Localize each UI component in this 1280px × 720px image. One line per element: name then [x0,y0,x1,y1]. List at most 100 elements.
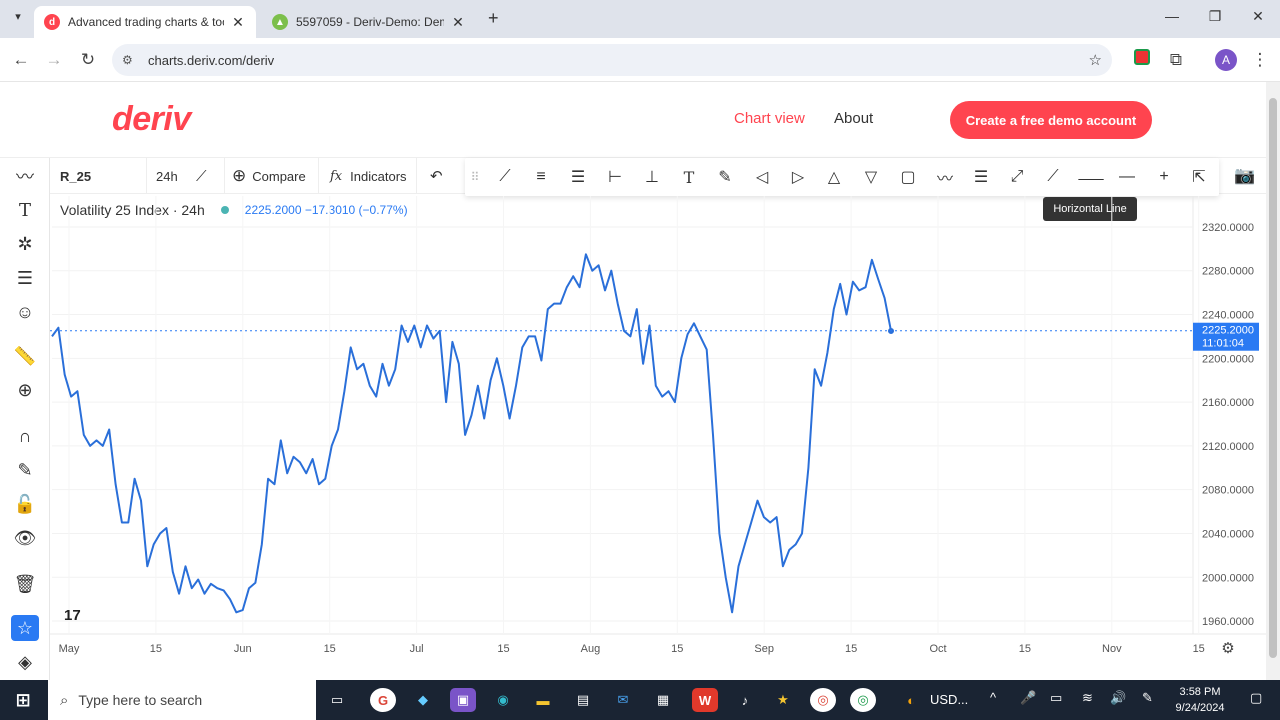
tray-chevron-icon[interactable]: ^ [990,690,996,705]
zoom-in-icon[interactable]: ⊕ [11,377,39,403]
tab-active[interactable]: d Advanced trading charts & tools ✕ [34,6,256,38]
text-tool-icon[interactable]: T [675,164,703,190]
browser-menu-icon[interactable]: ⋮ [1248,48,1272,72]
pattern-icon[interactable]: ☰ [11,265,39,291]
wps-icon[interactable]: W [692,688,718,712]
url-bar[interactable]: ⚙ charts.deriv.com/deriv ☆ [112,44,1112,76]
tab-menu-icon[interactable]: ▾ [8,10,28,28]
file-explorer-icon[interactable]: ▬ [530,688,556,712]
ticker-icon[interactable]: ◐ [898,688,924,712]
news-icon[interactable]: ▦ [650,688,676,712]
tab-inactive[interactable]: ▲ 5597059 - Deriv-Demo: Demo Account ✕ [262,6,476,38]
arrow-left-icon[interactable]: ◁ [748,164,776,190]
cursor-icon[interactable]: ⇱ [1185,164,1213,190]
chrome-active-icon[interactable]: ◎ [850,688,876,712]
notification-icon[interactable]: ▢ [1250,690,1262,706]
drag-handle-icon[interactable]: ⠿ [465,164,485,190]
windows-start-icon[interactable]: ⊞ [10,688,36,712]
fib-icon[interactable]: ☰ [564,164,592,190]
taskbar-search[interactable]: ⌕ Type here to search [48,680,316,720]
chart-line-icon[interactable]: 〰 [11,163,39,189]
scrollbar-thumb[interactable] [1269,98,1277,658]
ticker-text[interactable]: USD... [930,692,968,707]
mail-icon[interactable]: ✉ [610,688,636,712]
store-icon[interactable]: ▤ [570,688,596,712]
horizontal-line-icon[interactable]: ⸺ [1077,164,1105,190]
clock[interactable]: 3:58 PM 9/24/2024 [1168,684,1232,716]
compare-button[interactable]: ⊕ Compare [232,158,306,194]
volume-icon[interactable]: 🔊 [1110,690,1126,706]
pen-icon[interactable]: ✎ [1142,690,1153,706]
camera-icon[interactable]: 📷 [1234,158,1255,194]
arrow-right-icon[interactable]: ▷ [784,164,812,190]
restore-icon[interactable]: ❐ [1193,8,1237,30]
chart-type-icon[interactable]: ⟋ [196,158,207,194]
ruler-icon[interactable]: 📏 [11,343,39,369]
minimize-icon[interactable]: — [1150,8,1194,30]
text-icon[interactable]: T [11,197,39,223]
crosshair-icon[interactable]: + [1150,164,1178,190]
create-demo-account-button[interactable]: Create a free demo account [950,101,1152,139]
trash-icon[interactable]: 🗑 [11,571,39,597]
symbol-selector[interactable]: R_25 [60,158,91,194]
page-scrollbar[interactable] [1266,82,1280,680]
toolbar-divider [146,158,147,194]
segment-icon[interactable]: ⟋ [1039,164,1067,190]
task-view-icon[interactable]: ▭ [324,688,350,712]
site-info-icon[interactable]: ⚙ [122,53,144,67]
deriv-logo[interactable]: deriv [112,100,191,139]
brush-icon[interactable]: ✎ [711,164,739,190]
eye-icon[interactable]: 👁 [11,525,39,551]
deriv-favicon-icon: d [44,14,60,30]
close-window-icon[interactable]: ✕ [1236,8,1280,30]
series [51,253,894,614]
rectangle-icon[interactable]: ▢ [894,164,922,190]
reload-icon[interactable]: ↻ [76,48,100,72]
arrow-down-icon[interactable]: ▽ [857,164,885,190]
magnet-icon[interactable]: ∩ [11,423,39,449]
emoji-icon[interactable]: ☺ [11,299,39,325]
copilot-icon[interactable]: ◆ [410,688,436,712]
close-tab-icon[interactable]: ✕ [450,14,466,31]
toolbar-divider [318,158,319,194]
extension-record-icon[interactable] [1130,48,1154,72]
ray-icon[interactable]: ⤢ [1003,164,1031,190]
close-tab-icon[interactable]: ✕ [230,14,246,31]
back-icon[interactable]: ← [9,48,33,72]
indicators-button[interactable]: fx Indicators [330,158,407,194]
chrome-icon[interactable]: G [370,688,396,712]
lock-icon[interactable]: 🔓 [11,491,39,517]
lines-icon[interactable]: ☰ [967,164,995,190]
nav-about[interactable]: About [834,110,873,127]
price-chart[interactable]: 2320.0000 2280.0000 2240.0000 2200.0000 2160… [50,196,1266,680]
star-app-icon[interactable]: ★ [770,688,796,712]
nodes-icon[interactable]: ✲ [11,231,39,257]
undo-icon[interactable]: ↶ [430,158,443,194]
nav-chart-view[interactable]: Chart view [734,110,805,127]
app-icon[interactable]: ▣ [450,688,476,712]
polyline-icon[interactable]: 〰 [931,164,959,190]
channel-icon[interactable]: ≡ [527,164,555,190]
hline-icon[interactable]: — [1113,164,1141,190]
new-tab-button[interactable]: + [488,8,499,29]
toolbar-divider [224,158,225,194]
arrow-up-icon[interactable]: △ [820,164,848,190]
vertical-range-icon[interactable]: ⊥ [638,164,666,190]
range-icon[interactable]: ⊢ [601,164,629,190]
trend-line-icon[interactable]: ⟋ [491,164,519,190]
wifi-icon[interactable]: ≋ [1082,690,1093,706]
tiktok-icon[interactable]: ♪ [732,688,758,712]
battery-icon[interactable]: ▭ [1050,690,1062,706]
forward-icon[interactable]: → [42,48,66,72]
star-icon[interactable]: ☆ [11,615,39,641]
granularity-selector[interactable]: 24h [156,158,178,194]
chrome-app-icon[interactable]: ◎ [810,688,836,712]
x-tick-label: Nov [1102,643,1122,655]
layers-icon[interactable]: ◈ [11,649,39,675]
profile-avatar[interactable]: A [1215,49,1237,71]
extensions-puzzle-icon[interactable]: ⧉ [1164,48,1188,72]
pencil-lock-icon[interactable]: ✎ [11,457,39,483]
mic-icon[interactable]: 🎤 [1020,690,1036,706]
bookmark-star-icon[interactable]: ☆ [1089,51,1102,69]
edge-icon[interactable]: ◉ [490,688,516,712]
